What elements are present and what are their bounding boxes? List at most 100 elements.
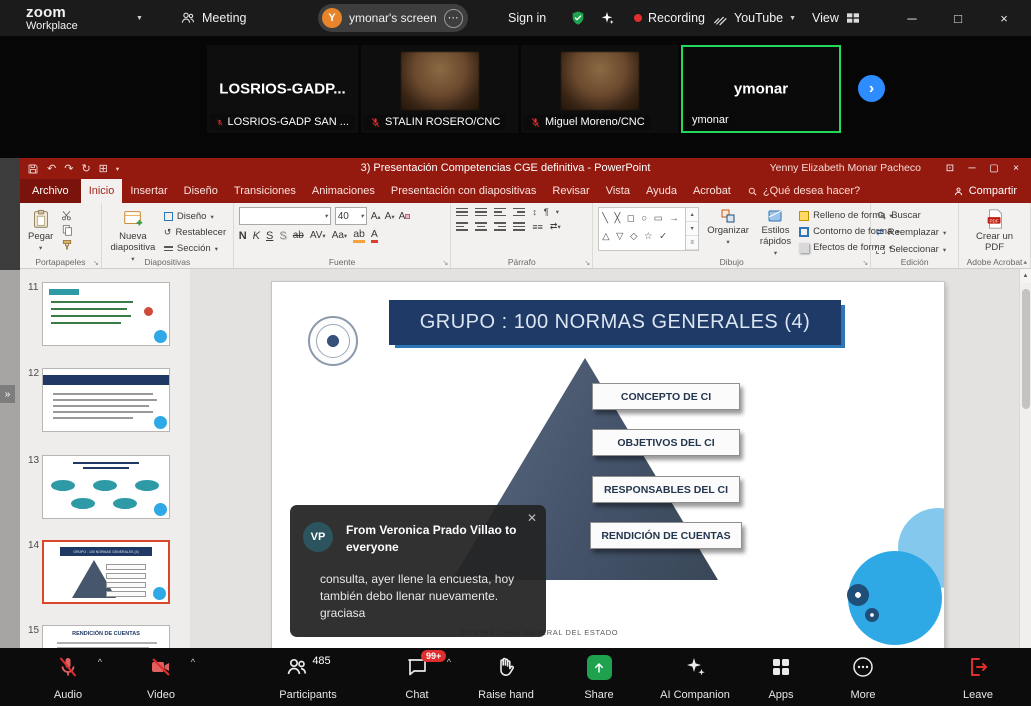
format-painter-icon[interactable] — [61, 239, 73, 251]
new-slide-button[interactable]: Nueva diapositiva▾ — [107, 207, 159, 264]
shapes-gallery[interactable]: ╲ ╳ ◻ ○ ▭ → △ ▽ ◇ ☆ ✓ ◻ — [598, 207, 686, 251]
close-icon[interactable]: ✕ — [527, 511, 537, 525]
sign-in-button[interactable]: Sign in — [508, 0, 546, 36]
paragraph-dialog-launcher-icon[interactable]: ↘ — [584, 259, 590, 267]
participants-button[interactable]: 485 Participants — [258, 648, 358, 706]
grow-font-button[interactable]: A▴ — [371, 211, 381, 222]
columns-icon[interactable]: ≡≡ — [532, 222, 543, 232]
tab-diseno[interactable]: Diseño — [176, 179, 226, 203]
align-left-icon[interactable] — [456, 222, 468, 230]
participant-tile[interactable]: STALIN ROSERO/CNC — [361, 45, 518, 133]
decrease-indent-icon[interactable] — [494, 208, 506, 216]
justify-icon[interactable] — [513, 222, 525, 230]
sparkle-icon[interactable] — [599, 0, 615, 36]
font-size-combo[interactable]: 40▾ — [335, 207, 367, 225]
slide-thumbnail-13[interactable] — [42, 455, 170, 519]
section-button[interactable]: Sección▾ — [164, 243, 226, 254]
clipboard-dialog-launcher-icon[interactable]: ↘ — [93, 259, 99, 267]
shapes-gallery-scroll[interactable]: ▴▾≡ — [686, 207, 699, 251]
ppt-vertical-scrollbar[interactable]: ▲ — [1019, 269, 1031, 706]
chat-options-chevron-icon[interactable]: ^ — [447, 657, 451, 667]
line-spacing-icon[interactable]: ↕ — [532, 207, 537, 217]
cut-icon[interactable] — [61, 209, 73, 221]
participant-tile-active-speaker[interactable]: ymonar ymonar — [681, 45, 841, 133]
participant-tile[interactable]: LOSRIOS-GADP... LOSRIOS-GADP SAN ... — [207, 45, 358, 133]
video-options-chevron-icon[interactable]: ^ — [191, 657, 195, 667]
underline-button[interactable]: S — [266, 230, 273, 242]
leave-button[interactable]: Leave — [938, 648, 1018, 706]
slideshow-icon[interactable]: ⊞ — [99, 162, 108, 175]
security-shield-icon[interactable] — [570, 0, 586, 36]
save-icon[interactable] — [27, 163, 39, 175]
collapse-ribbon-icon[interactable]: ▴ — [1023, 258, 1027, 266]
ppt-close-button[interactable]: × — [1001, 158, 1031, 179]
reset-button[interactable]: ↺Restablecer — [164, 227, 226, 238]
font-color-button[interactable]: A — [371, 229, 378, 243]
slide-thumbnail-11[interactable] — [42, 282, 170, 346]
scrollbar-thumb[interactable] — [1022, 289, 1030, 409]
arrange-button[interactable]: Organizar▾ — [704, 207, 752, 247]
customize-qat-chevron-icon[interactable]: ▾ — [116, 165, 119, 173]
audio-button[interactable]: ^ Audio — [28, 648, 108, 706]
shrink-font-button[interactable]: A▾ — [385, 211, 395, 222]
ai-companion-button[interactable]: AI Companion — [645, 648, 745, 706]
highlight-color-button[interactable]: ab — [353, 229, 365, 243]
next-participants-button[interactable]: › — [858, 75, 885, 102]
tab-presentacion[interactable]: Presentación con diapositivas — [383, 179, 545, 203]
slide-thumbnail-14-selected[interactable]: GRUPO : 100 NORMAS GENERALES (4) — [42, 540, 170, 604]
refresh-icon[interactable]: ↻ — [81, 162, 90, 175]
smartart-convert-icon[interactable]: ⇄▾ — [550, 221, 561, 232]
screen-share-pill[interactable]: Y ymonar's screen ⋯ — [318, 4, 468, 32]
undo-icon[interactable]: ↶ — [47, 162, 56, 175]
strikethrough-button[interactable]: ab — [293, 230, 304, 241]
font-name-combo[interactable]: ▾ — [239, 207, 331, 225]
create-pdf-button[interactable]: PDF Crear un PDF — [967, 207, 1023, 255]
select-button[interactable]: Seleccionar▾ — [876, 244, 946, 255]
replace-button[interactable]: ⇄Reemplazar▾ — [876, 227, 946, 238]
character-spacing-button[interactable]: AV▾ — [310, 230, 326, 241]
clear-formatting-button[interactable]: A — [399, 211, 411, 222]
share-button[interactable]: Share — [559, 648, 639, 706]
tab-revisar[interactable]: Revisar — [544, 179, 597, 203]
copy-icon[interactable] — [61, 224, 73, 236]
participant-tile[interactable]: Miguel Moreno/CNC — [521, 45, 678, 133]
increase-indent-icon[interactable] — [513, 208, 525, 216]
tell-me-search[interactable]: ¿Qué desea hacer? — [739, 179, 868, 203]
tab-vista[interactable]: Vista — [598, 179, 638, 203]
bullets-icon[interactable] — [456, 208, 468, 216]
tab-meeting[interactable]: Meeting — [180, 0, 246, 36]
align-right-icon[interactable] — [494, 222, 506, 230]
font-dialog-launcher-icon[interactable]: ↘ — [443, 259, 449, 267]
workspace-chevron-icon[interactable]: ▼ — [136, 0, 143, 36]
tab-archivo[interactable]: Archivo — [20, 179, 81, 203]
tab-transiciones[interactable]: Transiciones — [226, 179, 304, 203]
tab-animaciones[interactable]: Animaciones — [304, 179, 383, 203]
video-button[interactable]: ^ Video — [121, 648, 201, 706]
pill-more-button[interactable]: ⋯ — [444, 9, 463, 28]
view-menu[interactable]: View — [812, 0, 861, 36]
scroll-up-arrow-icon[interactable]: ▲ — [1020, 269, 1031, 283]
paste-button[interactable]: Pegar▾ — [25, 207, 56, 253]
chat-notification-popup[interactable]: VP From Veronica Prado Villao to everyon… — [290, 505, 546, 637]
change-case-button[interactable]: Aa▾ — [332, 230, 348, 241]
find-button[interactable]: Buscar — [876, 210, 946, 221]
drawing-dialog-launcher-icon[interactable]: ↘ — [862, 259, 868, 267]
apps-button[interactable]: Apps — [741, 648, 821, 706]
ppt-account-name[interactable]: Yenny Elizabeth Monar Pacheco — [770, 158, 921, 179]
window-maximize-button[interactable]: □ — [940, 0, 976, 36]
bold-button[interactable]: N — [239, 230, 247, 242]
shadow-button[interactable]: S — [279, 230, 286, 242]
tab-insertar[interactable]: Insertar — [122, 179, 175, 203]
window-minimize-button[interactable]: ─ — [894, 0, 930, 36]
compartir-button[interactable]: Compartir — [939, 179, 1031, 203]
more-button[interactable]: More — [823, 648, 903, 706]
italic-button[interactable]: K — [253, 230, 260, 242]
raise-hand-button[interactable]: Raise hand — [461, 648, 551, 706]
window-close-button[interactable]: × — [986, 0, 1022, 36]
slide-thumbnail-12[interactable] — [42, 368, 170, 432]
tab-ayuda[interactable]: Ayuda — [638, 179, 685, 203]
layout-button[interactable]: Diseño▾ — [164, 211, 226, 222]
expand-panel-button[interactable]: » — [0, 385, 15, 403]
audio-options-chevron-icon[interactable]: ^ — [98, 657, 102, 667]
quick-styles-button[interactable]: Estilos rápidos▾ — [757, 207, 794, 258]
